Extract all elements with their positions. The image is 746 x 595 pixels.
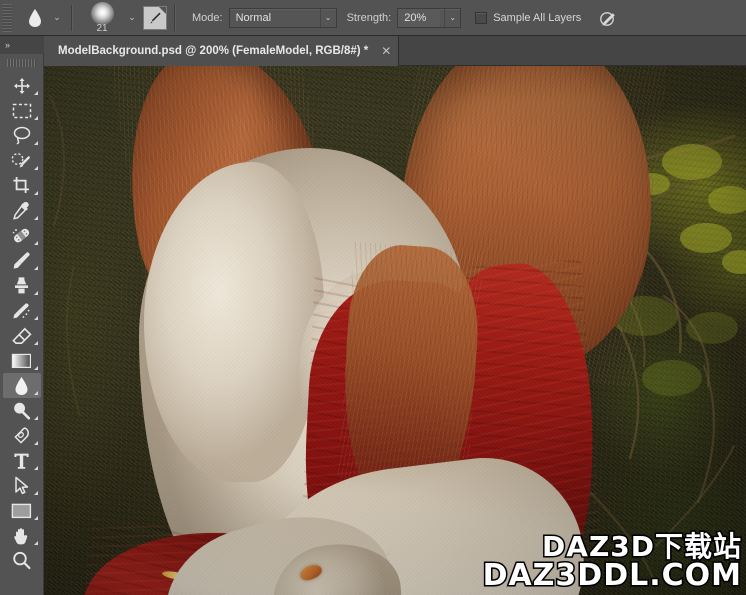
chevron-down-icon: ⌄ [319, 8, 336, 27]
photoshop-window: ⌄ 21 ⌄ Mode: Normal ⌄ Strength: 20% ⌄ Sa… [0, 0, 746, 595]
lasso-tool[interactable] [3, 123, 41, 148]
brush-size-label: 21 [96, 22, 108, 34]
paintbrush-icon [13, 252, 30, 269]
hand-tool[interactable] [3, 523, 41, 548]
checkbox-box-icon [475, 11, 488, 24]
watermark-line-1: DAZ3D下载站 [541, 530, 743, 563]
options-bar: ⌄ 21 ⌄ Mode: Normal ⌄ Strength: 20% ⌄ Sa… [0, 0, 746, 36]
document-tab-bar: » ModelBackground.psd @ 200% (FemaleMode… [0, 36, 746, 66]
document-canvas[interactable]: DAZ3D下载站 DAZ3DDL.COM [44, 66, 746, 595]
rectangle-shape-tool[interactable] [3, 498, 41, 523]
current-tool-preview[interactable] [20, 3, 50, 33]
tool-flyout-triangle-icon [33, 516, 38, 520]
crop-icon [13, 177, 29, 193]
eyedropper-icon [13, 202, 29, 220]
tool-flyout-triangle-icon [33, 141, 38, 145]
tool-flyout-triangle-icon [33, 466, 38, 470]
clone-stamp-icon [15, 277, 28, 294]
spot-healing-brush-tool[interactable] [3, 223, 41, 248]
strength-value: 20% [398, 8, 441, 27]
tool-flyout-triangle-icon [33, 116, 38, 120]
close-icon[interactable]: ✕ [380, 45, 392, 57]
watermark-line-2: DAZ3DDL.COM [481, 558, 742, 593]
collapse-panels-button[interactable]: » [0, 36, 44, 54]
crop-tool[interactable] [3, 173, 41, 198]
mode-label: Mode: [192, 11, 223, 24]
horizontal-type-tool[interactable] [3, 448, 41, 473]
strength-label: Strength: [346, 11, 392, 24]
tool-flyout-triangle-icon [33, 166, 38, 170]
blend-mode-value: Normal [235, 11, 272, 24]
tool-flyout-triangle-icon [33, 91, 38, 95]
tool-preset-chevron-down-icon[interactable]: ⌄ [50, 3, 64, 33]
move-arrows-icon [13, 77, 30, 94]
tool-flyout-triangle-icon [33, 541, 38, 545]
path-selection-tool[interactable] [3, 473, 41, 498]
sample-all-layers-label: Sample All Layers [493, 11, 582, 24]
options-divider-2 [174, 4, 175, 31]
model-background-image: DAZ3D下载站 DAZ3DDL.COM [44, 66, 746, 595]
tool-flyout-triangle-icon [33, 316, 38, 320]
tool-flyout-triangle-icon [33, 441, 38, 445]
toggle-brush-panel-button[interactable] [143, 5, 167, 30]
pen-icon [14, 427, 29, 444]
tablet-pressure-toggle-button[interactable] [595, 6, 621, 30]
tool-flyout-triangle-icon [33, 366, 38, 370]
hand-icon [13, 527, 27, 544]
gradient-icon [11, 353, 31, 368]
lasso-icon [13, 126, 30, 145]
tool-flyout-triangle-icon [33, 191, 38, 195]
magnifier-icon [13, 551, 31, 570]
document-tab-modelbackground[interactable]: ModelBackground.psd @ 200% (FemaleModel,… [44, 36, 400, 66]
history-brush-tool[interactable] [3, 298, 41, 323]
eraser-tool[interactable] [3, 323, 41, 348]
blend-mode-dropdown[interactable]: Normal ⌄ [228, 7, 337, 28]
dodge-tool[interactable] [3, 398, 41, 423]
tool-flyout-triangle-icon [33, 216, 38, 220]
tools-panel-grip[interactable] [6, 59, 37, 67]
tool-flyout-triangle-icon [33, 266, 38, 270]
quick-selection-tool[interactable] [3, 148, 41, 173]
sample-all-layers-checkbox[interactable]: Sample All Layers [475, 11, 582, 24]
tool-flyout-triangle-icon [33, 241, 38, 245]
strength-chevron-down-icon: ⌄ [444, 8, 460, 27]
blur-tool[interactable] [2, 373, 41, 398]
tool-flyout-triangle-icon [33, 341, 38, 345]
pen-tool[interactable] [3, 423, 41, 448]
watermark: DAZ3D下载站 DAZ3DDL.COM [481, 530, 743, 593]
tool-flyout-triangle-icon [33, 391, 38, 395]
tablet-pressure-size-icon [600, 11, 616, 26]
vignette-overlay [44, 66, 746, 595]
brush-preview[interactable]: 21 [79, 1, 125, 35]
options-divider-1 [71, 4, 72, 31]
document-tab-title: ModelBackground.psd @ 200% (FemaleModel,… [58, 45, 369, 57]
gradient-tool[interactable] [3, 348, 41, 373]
marquee-dashed-rect-icon [12, 103, 31, 118]
soft-round-brush-icon [90, 1, 114, 25]
brush-picker-chevron-down-icon[interactable]: ⌄ [125, 3, 139, 33]
path-arrow-icon [15, 476, 29, 495]
eraser-icon [11, 327, 32, 344]
options-bar-grip[interactable] [2, 3, 12, 32]
brush-tool[interactable] [3, 248, 41, 273]
strength-field[interactable]: 20% ⌄ [397, 7, 462, 28]
brush-panel-icon [150, 12, 161, 24]
dodge-lollipop-icon [14, 402, 31, 420]
tool-flyout-triangle-icon [33, 291, 38, 295]
eyedropper-tool[interactable] [3, 198, 41, 223]
healing-bandage-icon [12, 228, 30, 243]
zoom-tool[interactable] [3, 548, 41, 573]
tools-panel [0, 54, 44, 595]
blur-droplet-icon [15, 376, 28, 395]
shape-rectangle-icon [11, 503, 32, 518]
history-brush-icon [12, 303, 29, 319]
rectangular-marquee-tool[interactable] [3, 98, 41, 123]
blur-droplet-icon [29, 8, 41, 27]
tool-flyout-triangle-icon [33, 416, 38, 420]
quick-selection-brush-icon [11, 152, 30, 168]
move-tool[interactable] [3, 73, 41, 98]
type-T-icon [14, 453, 29, 469]
tool-flyout-triangle-icon [33, 491, 38, 495]
clone-stamp-tool[interactable] [3, 273, 41, 298]
